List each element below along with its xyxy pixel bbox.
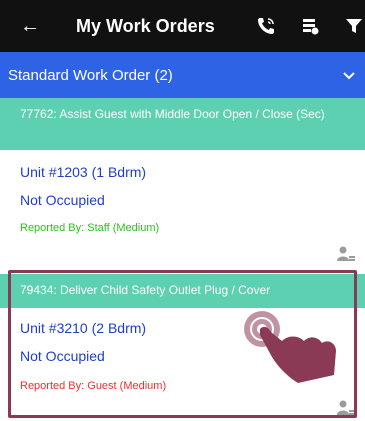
unit-label: Unit #3210 (2 Bdrm) bbox=[20, 320, 147, 336]
top-app-bar: ← My Work Orders bbox=[0, 0, 365, 52]
work-order-header[interactable]: 79434: Deliver Child Safety Outlet Plug … bbox=[0, 274, 365, 308]
reported-by: Reported By: Guest (Medium) bbox=[20, 380, 167, 392]
funnel-icon[interactable] bbox=[343, 15, 365, 37]
work-order-header[interactable]: 77762: Assist Guest with Middle Door Ope… bbox=[0, 98, 365, 150]
phone-icon[interactable] bbox=[255, 15, 277, 37]
work-order-title: 79434: Deliver Child Safety Outlet Plug … bbox=[20, 283, 271, 297]
filter-settings-icon[interactable] bbox=[299, 15, 321, 37]
chevron-down-icon[interactable] bbox=[343, 67, 355, 83]
section-title: Standard Work Order (2) bbox=[8, 66, 173, 84]
reported-by: Reported By: Staff (Medium) bbox=[20, 222, 160, 234]
unit-label: Unit #1203 (1 Bdrm) bbox=[20, 164, 147, 180]
work-order-card[interactable]: Unit #1203 (1 Bdrm) Not Occupied Reporte… bbox=[0, 150, 365, 266]
occupancy-status: Not Occupied bbox=[20, 192, 105, 208]
occupancy-status: Not Occupied bbox=[20, 348, 105, 364]
assign-person-icon[interactable] bbox=[337, 400, 355, 416]
assign-person-icon[interactable] bbox=[337, 246, 355, 262]
page-title: My Work Orders bbox=[76, 15, 215, 36]
back-arrow-icon[interactable]: ← bbox=[10, 15, 50, 38]
work-order-title: 77762: Assist Guest with Middle Door Ope… bbox=[20, 107, 325, 121]
section-header-standard-work-order[interactable]: Standard Work Order (2) bbox=[0, 52, 365, 98]
tap-gesture-icon bbox=[244, 311, 336, 383]
